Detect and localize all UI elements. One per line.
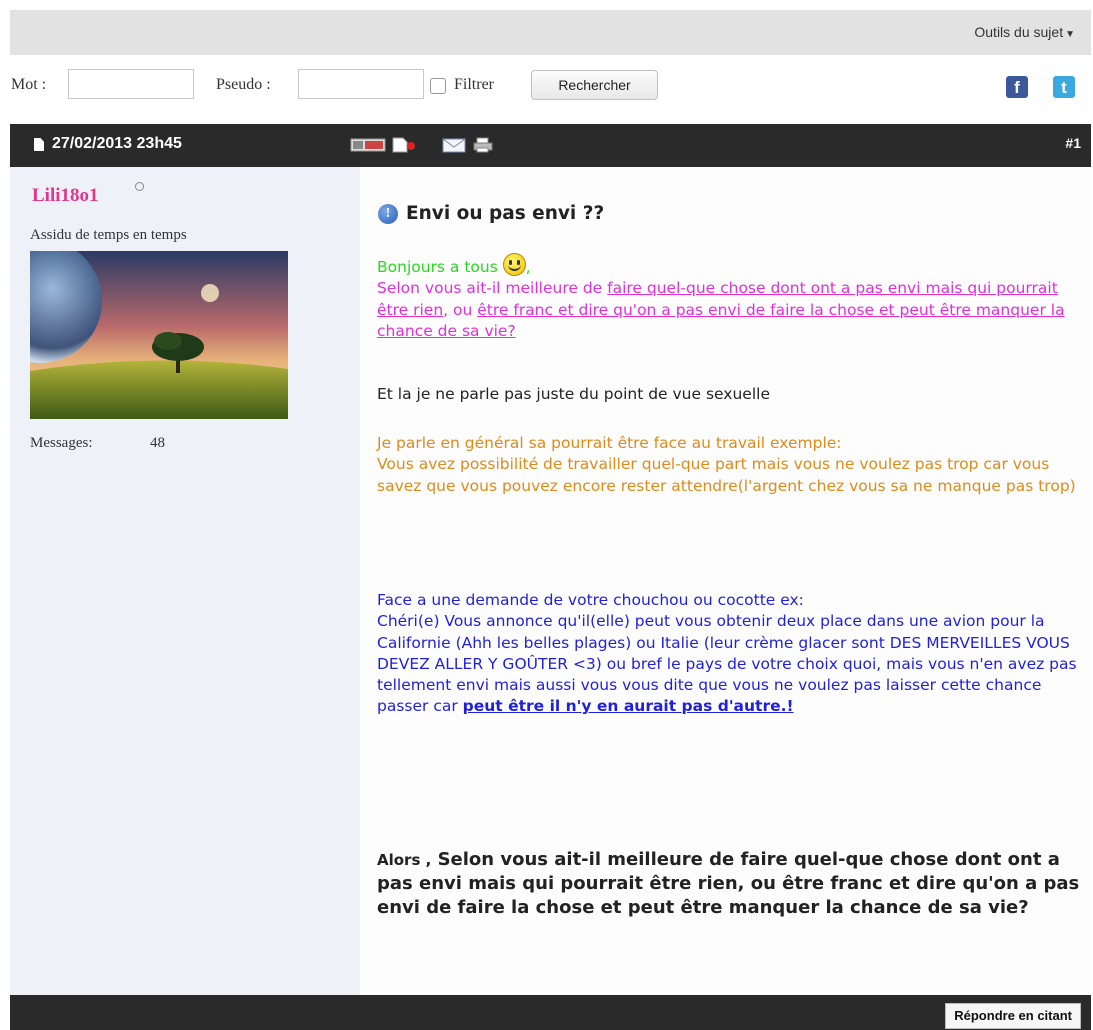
pseudo-label: Pseudo : xyxy=(216,76,271,93)
word-input[interactable] xyxy=(68,69,194,99)
word-label: Mot : xyxy=(11,76,47,93)
topic-toolbar: Outils du sujet ▼ xyxy=(10,10,1091,55)
caret-down-icon: ▼ xyxy=(1065,29,1075,40)
twitter-icon[interactable]: t xyxy=(1053,76,1075,98)
messages-label: Messages: xyxy=(30,435,93,451)
document-icon xyxy=(34,138,44,151)
partner-intro: Face a une demande de votre chouchou ou … xyxy=(377,591,804,609)
filter-checkbox[interactable] xyxy=(430,78,446,94)
pseudo-input[interactable] xyxy=(298,69,424,99)
online-status-icon xyxy=(135,182,144,191)
topic-tools-label: Outils du sujet xyxy=(974,24,1064,40)
post-content: ! Envi ou pas envi ?? Bonjours a tous , … xyxy=(360,167,1091,995)
paragraph-partner: Face a une demande de votre chouchou ou … xyxy=(377,590,1091,718)
pm-icon[interactable] xyxy=(350,137,386,153)
email-icon[interactable] xyxy=(442,137,466,153)
post-number-link[interactable]: #1 xyxy=(1065,135,1081,151)
partner-emphasis: peut être il n'y en aurait pas d'autre.! xyxy=(462,697,794,716)
post-date: 27/02/2013 23h45 xyxy=(52,135,182,152)
topic-tools-button[interactable]: Outils du sujet ▼ xyxy=(974,24,1075,40)
work-example: Vous avez possibilité de travailler quel… xyxy=(377,455,1076,495)
post-footer: Répondre en citant xyxy=(10,995,1091,1030)
reply-quote-button[interactable]: Répondre en citant xyxy=(945,1003,1081,1029)
user-sidebar: Lili18o1 Assidu de temps en temps Messag… xyxy=(10,167,360,995)
author-rank: Assidu de temps en temps xyxy=(30,227,187,243)
filter-label: Filtrer xyxy=(454,76,494,93)
pdf-icon[interactable] xyxy=(390,137,416,153)
print-icon[interactable] xyxy=(472,137,494,153)
facebook-icon[interactable]: f xyxy=(1006,76,1028,98)
avatar-landscape-image xyxy=(30,251,288,419)
smiley-icon xyxy=(502,253,526,276)
post-intro: Bonjours a tous , Selon vous ait-il meil… xyxy=(377,253,1091,342)
greeting-text: Bonjours a tous xyxy=(377,258,498,276)
post-header: 27/02/2013 23h45 #1 xyxy=(10,124,1091,167)
avatar xyxy=(30,251,288,419)
author-username[interactable]: Lili18o1 xyxy=(32,185,99,207)
work-intro: Je parle en général sa pourrait être fac… xyxy=(377,434,842,452)
post-title: Envi ou pas envi ?? xyxy=(406,203,605,224)
messages-count: 48 xyxy=(150,435,165,451)
search-bar: Mot : Pseudo : Filtrer Rechercher f t xyxy=(0,62,1093,112)
final-lead: Alors , xyxy=(377,851,432,869)
question-option-2: être franc et dire qu'on a pas envi de f… xyxy=(377,300,1065,340)
greeting-suffix: , xyxy=(525,258,531,276)
info-icon: ! xyxy=(378,204,398,224)
final-question-text: Selon vous ait-il meilleure de faire que… xyxy=(377,849,1080,918)
final-question: Alors , Selon vous ait-il meilleure de f… xyxy=(377,848,1091,920)
question-mid: , ou xyxy=(443,300,478,319)
question-lead: Selon vous ait-il meilleure de xyxy=(377,279,608,298)
paragraph-work: Je parle en général sa pourrait être fac… xyxy=(377,433,1091,497)
paragraph-scope: Et la je ne parle pas juste du point de … xyxy=(377,385,770,403)
search-button[interactable]: Rechercher xyxy=(531,70,658,100)
